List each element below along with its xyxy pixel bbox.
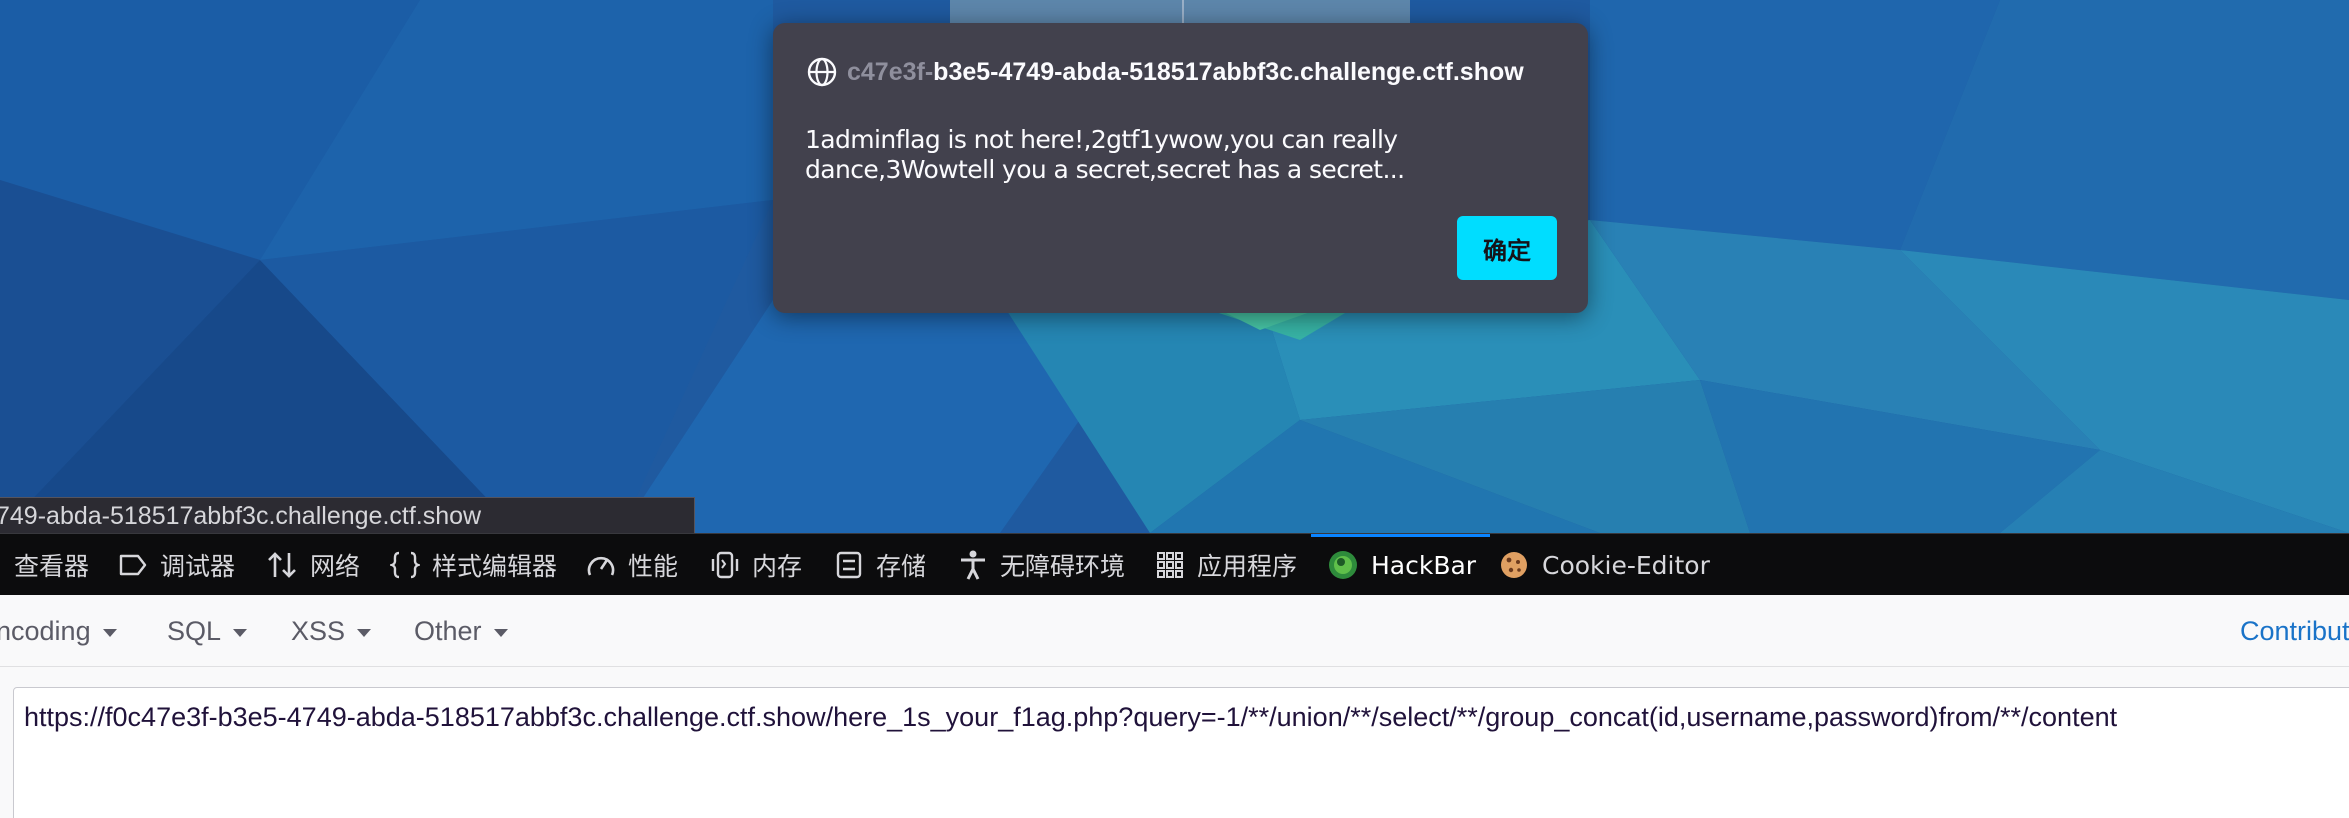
globe-icon (807, 57, 837, 87)
inspector-icon (0, 552, 2, 578)
tab-network[interactable]: 网络 (266, 534, 360, 596)
storage-icon (836, 551, 862, 579)
accessibility-icon (961, 550, 985, 580)
alert-dialog: c47e3f-b3e5-4749-abda-518517abbf3c.chall… (773, 23, 1588, 313)
tab-debugger-label: 调试器 (160, 552, 236, 581)
tab-network-label: 网络 (310, 552, 361, 581)
tab-style-editor[interactable]: 样式编辑器 (390, 534, 557, 596)
url-text: https://f0c47e3f-b3e5-4749-abda-518517ab… (24, 702, 2118, 732)
tab-style-editor-label: 样式编辑器 (432, 552, 558, 581)
network-icon (268, 552, 296, 578)
chevron-down-icon (357, 628, 372, 637)
contribute-link[interactable]: Contribut (2240, 595, 2349, 667)
chevron-down-icon (233, 628, 248, 637)
url-textarea[interactable]: https://f0c47e3f-b3e5-4749-abda-518517ab… (13, 687, 2349, 818)
tab-cookie-editor-label: Cookie-Editor (1542, 550, 1710, 580)
dialog-message: 1adminflag is not here!,2gtf1ywow,you ca… (805, 125, 1405, 184)
menu-sql[interactable]: SQL (167, 595, 248, 667)
tab-memory-label: 内存 (752, 552, 803, 581)
menu-other-label: Other (414, 616, 482, 646)
performance-icon (587, 556, 615, 576)
devtools-toolbar: 查看器 调试器 网络 样式编辑器 性能 内存 存储 无障碍环境 应用程序 Hac… (0, 533, 2349, 595)
application-icon (1157, 552, 1183, 578)
chevron-down-icon (102, 628, 117, 637)
dialog-origin: c47e3f-b3e5-4749-abda-518517abbf3c.chall… (847, 58, 1524, 87)
menu-encoding[interactable]: ncoding (0, 595, 117, 667)
tab-inspector[interactable]: 查看器 (0, 534, 89, 596)
dialog-origin-faded: c47e3f- (847, 57, 934, 86)
ok-button[interactable]: 确定 (1457, 216, 1557, 280)
tab-memory[interactable]: 内存 (710, 534, 802, 596)
tab-inspector-label: 查看器 (14, 552, 90, 581)
status-url-bar: 749-abda-518517abbf3c.challenge.ctf.show (0, 497, 695, 534)
tab-performance-label: 性能 (628, 552, 679, 581)
menu-other[interactable]: Other (414, 595, 508, 667)
dialog-origin-main: b3e5-4749-abda-518517abbf3c.challenge.ct… (933, 57, 1524, 86)
menu-encoding-label: ncoding (0, 616, 91, 646)
tab-storage[interactable]: 存储 (834, 534, 926, 596)
menu-xss[interactable]: XSS (291, 595, 372, 667)
style-editor-icon (390, 551, 420, 579)
hackbar-menu: ncoding SQL XSS Other Contribut (0, 595, 2349, 667)
cookie-icon (1501, 552, 1527, 578)
dialog-header: c47e3f-b3e5-4749-abda-518517abbf3c.chall… (805, 55, 1524, 89)
menu-xss-label: XSS (291, 616, 346, 646)
tab-storage-label: 存储 (876, 552, 927, 581)
debugger-icon (119, 554, 147, 576)
tab-performance[interactable]: 性能 (586, 534, 678, 596)
memory-icon (711, 551, 739, 579)
tab-application-label: 应用程序 (1197, 552, 1298, 581)
tab-hackbar[interactable]: HackBar (1310, 534, 1491, 596)
hackbar-body: https://f0c47e3f-b3e5-4749-abda-518517ab… (0, 667, 2349, 818)
chevron-down-icon (493, 628, 508, 637)
status-url-text: 749-abda-518517abbf3c.challenge.ctf.show (0, 502, 482, 530)
menu-sql-label: SQL (167, 616, 222, 646)
tab-accessibility[interactable]: 无障碍环境 (958, 534, 1125, 596)
tab-application[interactable]: 应用程序 (1155, 534, 1297, 596)
tab-cookie-editor[interactable]: Cookie-Editor (1498, 534, 1710, 596)
tab-hackbar-label: HackBar (1371, 550, 1477, 580)
tab-debugger[interactable]: 调试器 (118, 534, 235, 596)
tab-accessibility-label: 无障碍环境 (1000, 552, 1126, 581)
hackbar-icon (1329, 551, 1357, 579)
